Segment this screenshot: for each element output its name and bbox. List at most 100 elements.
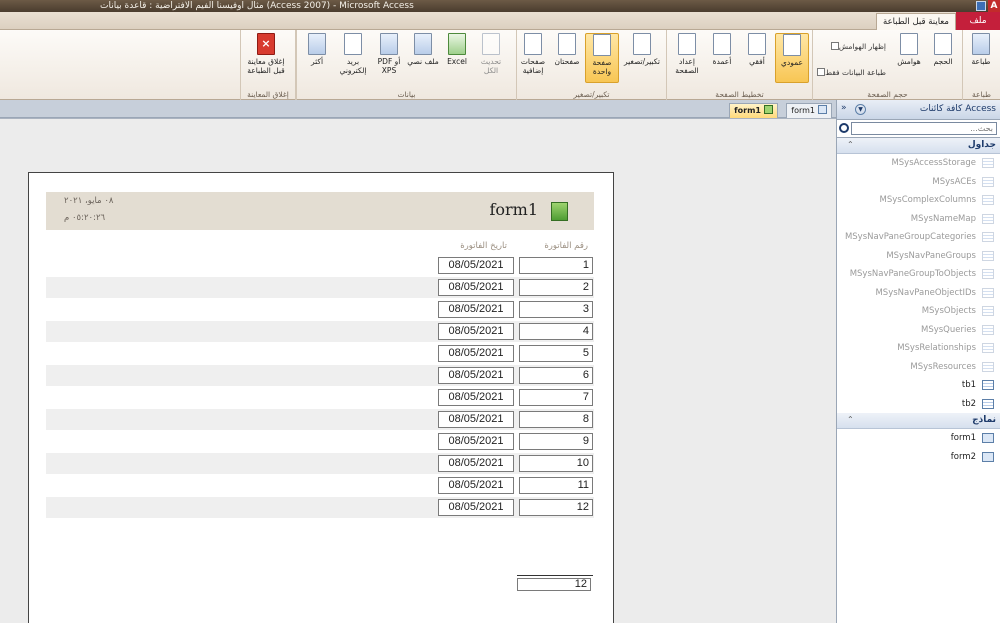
one-page-button[interactable]: صفحة واحدة bbox=[585, 33, 619, 83]
form-icon bbox=[982, 433, 994, 443]
print-button[interactable]: طباعة bbox=[964, 33, 998, 83]
landscape-button[interactable]: أفقي bbox=[740, 33, 774, 83]
invoice-id-cell: 2 bbox=[519, 279, 593, 296]
show-margins-box[interactable] bbox=[830, 42, 839, 50]
nav-table-item[interactable]: MSysACEs bbox=[837, 173, 1000, 192]
invoice-id-cell: 12 bbox=[519, 499, 593, 516]
access-app-icon[interactable]: A bbox=[988, 0, 1000, 12]
table-row: 08/05/2021 8 bbox=[46, 409, 594, 430]
nav-table-item[interactable]: MSysRelationships bbox=[837, 339, 1000, 358]
landscape-icon bbox=[748, 33, 766, 55]
tab-file[interactable]: ملف bbox=[956, 12, 1000, 30]
invoice-id-cell: 11 bbox=[519, 477, 593, 494]
group-close-label: إغلاق المعاينة bbox=[247, 90, 289, 99]
nav-table-item[interactable]: MSysNavPaneGroups bbox=[837, 247, 1000, 266]
size-label: الحجم bbox=[933, 57, 953, 66]
nav-table-item[interactable]: tb2 bbox=[837, 395, 1000, 414]
invoice-date-cell: 08/05/2021 bbox=[438, 301, 514, 318]
group-zoom-label: تكبير/تصغير bbox=[573, 90, 610, 99]
invoice-date-cell: 08/05/2021 bbox=[438, 279, 514, 296]
chevron-up-icon[interactable]: ⌃ bbox=[847, 415, 854, 424]
invoice-id-cell: 10 bbox=[519, 455, 593, 472]
print-data-only-box[interactable] bbox=[817, 68, 826, 76]
table-row: 08/05/2021 1 bbox=[46, 255, 594, 276]
more-pages-button[interactable]: صفحات إضافية bbox=[516, 33, 550, 83]
excel-button[interactable]: Excel bbox=[440, 33, 474, 83]
table-row: 08/05/2021 12 bbox=[46, 497, 594, 518]
invoice-id-cell: 4 bbox=[519, 323, 593, 340]
report-title: form1 bbox=[489, 200, 538, 219]
email-button[interactable]: بريد إلكتروني bbox=[336, 33, 370, 83]
invoice-id-cell: 7 bbox=[519, 389, 593, 406]
nav-table-item[interactable]: tb1 bbox=[837, 376, 1000, 395]
nav-item-label: tb2 bbox=[961, 398, 976, 409]
table-row: 08/05/2021 5 bbox=[46, 343, 594, 364]
table-icon bbox=[982, 380, 994, 390]
table-row: 08/05/2021 3 bbox=[46, 299, 594, 320]
nav-table-item[interactable]: MSysNavPaneObjectIDs bbox=[837, 284, 1000, 303]
show-margins-checkbox[interactable]: إظهار الهوامش bbox=[829, 42, 886, 51]
nav-table-item[interactable]: MSysObjects bbox=[837, 302, 1000, 321]
nav-table-item[interactable]: MSysNameMap bbox=[837, 210, 1000, 229]
nav-form-item[interactable]: form2 bbox=[837, 448, 1000, 467]
close-preview-button[interactable]: × إغلاق معاينة قبل الطباعة bbox=[245, 33, 287, 83]
nav-table-item[interactable]: MSysNavPaneGroupToObjects bbox=[837, 265, 1000, 284]
nav-search bbox=[837, 120, 1000, 138]
printer-icon bbox=[972, 33, 990, 55]
save-icon[interactable] bbox=[976, 1, 986, 11]
portrait-label: عمودي bbox=[781, 58, 803, 67]
tab-form1-preview[interactable]: form1 bbox=[729, 103, 778, 118]
nav-item-label: MSysComplexColumns bbox=[879, 195, 976, 205]
two-pages-button[interactable]: صفحتان bbox=[550, 33, 584, 83]
collapse-pane-icon[interactable]: » bbox=[841, 103, 847, 113]
nav-table-item[interactable]: MSysComplexColumns bbox=[837, 191, 1000, 210]
search-input[interactable] bbox=[851, 122, 997, 135]
page-setup-button[interactable]: إعداد الصفحة bbox=[670, 33, 704, 83]
table-icon bbox=[982, 213, 994, 224]
more-button[interactable]: أكثر bbox=[300, 33, 334, 83]
ribbon-tab-strip: ملف معاينة قبل الطباعة bbox=[0, 12, 1000, 31]
form-report-icon bbox=[551, 202, 568, 221]
group-page-layout: عمودي أفقي أعمدة إعداد الصفحة تخطيط الصف… bbox=[666, 30, 812, 100]
nav-table-item[interactable]: MSysNavPaneGroupCategories bbox=[837, 228, 1000, 247]
print-data-only-checkbox[interactable]: طباعة البيانات فقط bbox=[815, 68, 886, 77]
report-icon bbox=[764, 105, 773, 114]
group-data-label: بيانات bbox=[397, 90, 416, 99]
report-date: ٠٨ مايو، ٢٠٢١ bbox=[64, 196, 114, 206]
nav-group-tables[interactable]: جداول ⌃ bbox=[837, 138, 1000, 154]
size-button[interactable]: الحجم bbox=[926, 33, 960, 83]
magnifier-icon bbox=[633, 33, 651, 55]
columns-button[interactable]: أعمدة bbox=[705, 33, 739, 83]
database-icon bbox=[308, 33, 326, 55]
chevron-down-icon[interactable]: ▼ bbox=[855, 104, 866, 115]
nav-item-label: MSysObjects bbox=[921, 306, 976, 316]
refresh-all-button[interactable]: تحديث الكل bbox=[474, 33, 508, 83]
zoom-button[interactable]: تكبير/تصغير bbox=[622, 33, 662, 83]
nav-group-forms-label: نماذج bbox=[972, 415, 996, 425]
tab-print-preview[interactable]: معاينة قبل الطباعة bbox=[876, 13, 956, 31]
nav-table-item[interactable]: MSysResources bbox=[837, 358, 1000, 377]
nav-item-label: MSysNavPaneGroupCategories bbox=[844, 232, 976, 242]
pdf-xps-button[interactable]: PDF أو XPS bbox=[372, 33, 406, 83]
text-file-button[interactable]: ملف نصي bbox=[406, 33, 440, 83]
invoice-date-cell: 08/05/2021 bbox=[438, 499, 514, 516]
report-time: ٠٥:٢٠:٢٦ م bbox=[64, 213, 106, 223]
margins-button[interactable]: هوامش bbox=[892, 33, 926, 83]
table-icon bbox=[982, 195, 994, 205]
nav-group-forms[interactable]: نماذج ⌃ bbox=[837, 413, 1000, 429]
page-size-icon bbox=[934, 33, 952, 55]
portrait-button[interactable]: عمودي bbox=[775, 33, 809, 83]
nav-table-item[interactable]: MSysAccessStorage bbox=[837, 154, 1000, 173]
nav-item-label: MSysRelationships bbox=[897, 343, 976, 353]
table-row: 08/05/2021 2 bbox=[46, 277, 594, 298]
text-file-icon bbox=[414, 33, 432, 55]
tab-form1-design[interactable]: form1 bbox=[786, 103, 832, 118]
nav-form-item[interactable]: form1 bbox=[837, 429, 1000, 448]
nav-title: كافة كائنات Access bbox=[919, 104, 996, 114]
nav-table-list: MSysAccessStorage MSysACEs MSysComplexColu… bbox=[837, 154, 1000, 413]
table-icon bbox=[982, 250, 994, 261]
chevron-up-icon[interactable]: ⌃ bbox=[847, 140, 854, 149]
email-label: بريد إلكتروني bbox=[339, 57, 367, 75]
nav-header[interactable]: كافة كائنات Access ▼ » bbox=[837, 100, 1000, 120]
nav-table-item[interactable]: MSysQueries bbox=[837, 321, 1000, 340]
